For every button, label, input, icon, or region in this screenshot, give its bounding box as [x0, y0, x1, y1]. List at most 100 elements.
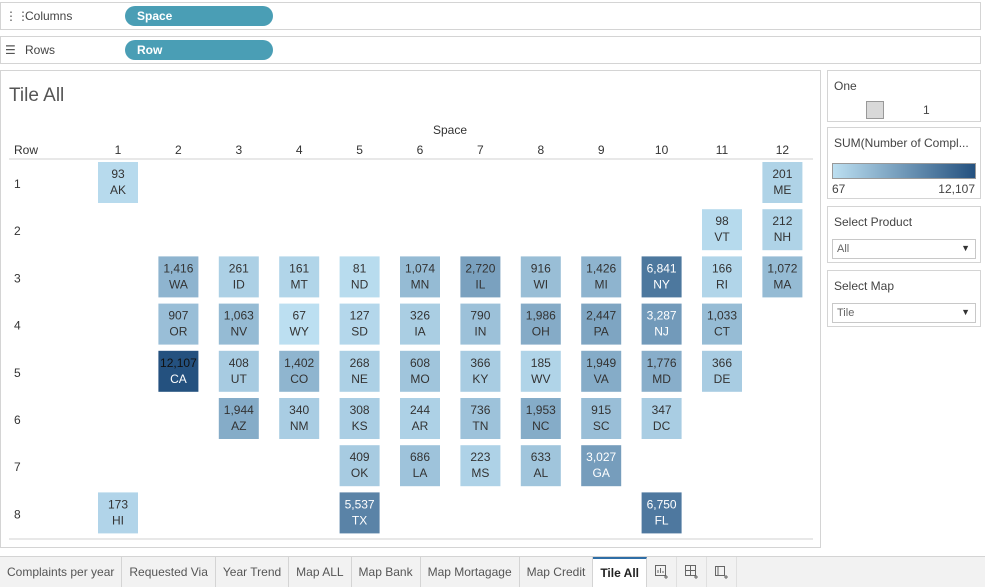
- tile-state-label: IA: [414, 325, 425, 339]
- tile-state-label: WV: [531, 372, 550, 386]
- tile-value-label: 3,027: [586, 450, 616, 464]
- sheet-tab-bar: Complaints per year Requested Via Year T…: [0, 556, 985, 587]
- one-legend-title: One: [834, 79, 857, 93]
- select-map-dropdown[interactable]: Tile ▼: [832, 303, 976, 323]
- tile-value-label: 1,776: [647, 356, 677, 370]
- tile-state-label: VA: [594, 372, 609, 386]
- chevron-down-icon: ▼: [961, 307, 970, 317]
- tile-value-label: 1,074: [405, 261, 435, 275]
- column-header: 7: [477, 143, 484, 157]
- tile-state-label: TN: [472, 419, 488, 433]
- tab-map-all[interactable]: Map ALL: [289, 557, 352, 587]
- select-map-card: Select Map Tile ▼: [827, 270, 981, 327]
- column-header: 9: [598, 143, 605, 157]
- tile-value-label: 608: [410, 356, 430, 370]
- tile-state-label: NE: [351, 372, 368, 386]
- tile-value-label: 67: [293, 309, 307, 323]
- tile-state-label: RI: [716, 277, 728, 291]
- tile-state-label: OK: [351, 466, 368, 480]
- select-product-dropdown[interactable]: All ▼: [832, 239, 976, 259]
- tile-state-label: WY: [290, 325, 309, 339]
- column-header: 12: [776, 143, 790, 157]
- row-header: 4: [14, 319, 21, 333]
- tile-value-label: 1,063: [224, 309, 254, 323]
- row-header: 6: [14, 413, 21, 427]
- row-header: 3: [14, 271, 21, 285]
- color-legend-card: SUM(Number of Compl... 67 12,107: [827, 127, 981, 199]
- tab-map-bank[interactable]: Map Bank: [351, 557, 421, 587]
- new-story-icon[interactable]: [707, 557, 737, 587]
- rows-pill-row[interactable]: Row: [125, 40, 273, 60]
- tab-map-credit[interactable]: Map Credit: [519, 557, 594, 587]
- tile-state-label: ID: [233, 277, 245, 291]
- column-header: 1: [115, 143, 122, 157]
- tile-state-label: AK: [110, 183, 126, 197]
- rows-shelf-label: ☰ Rows: [1, 43, 125, 57]
- tile-state-label: CT: [714, 325, 731, 339]
- tile-state-label: UT: [231, 372, 248, 386]
- tile-value-label: 326: [410, 309, 430, 323]
- one-legend-swatch[interactable]: [866, 101, 884, 119]
- row-header: 2: [14, 224, 21, 238]
- tile-value-label: 173: [108, 497, 128, 511]
- tile-value-label: 223: [470, 450, 490, 464]
- column-header: 11: [716, 143, 729, 157]
- tile-value-label: 340: [289, 403, 309, 417]
- tile-state-label: GA: [593, 466, 610, 480]
- tile-value-label: 408: [229, 356, 249, 370]
- tile-state-label: MO: [410, 372, 429, 386]
- one-legend-card: One 1: [827, 70, 981, 122]
- tile-value-label: 1,426: [586, 261, 616, 275]
- rows-label: Rows: [25, 43, 56, 57]
- tile-state-label: NY: [653, 277, 670, 291]
- tile-value-label: 915: [591, 403, 611, 417]
- tile-value-label: 3,287: [647, 309, 677, 323]
- tab-year-trend[interactable]: Year Trend: [215, 557, 290, 587]
- tile-state-label: CO: [290, 372, 308, 386]
- tile-state-label: TX: [352, 513, 367, 527]
- tile-state-label: KY: [472, 372, 488, 386]
- tab-requested-via[interactable]: Requested Via: [122, 557, 216, 587]
- tile-map-chart: SpaceRow 1 2 3 4 5 6 7 8 9 10 11 121234567893AK201ME…: [9, 123, 813, 540]
- tab-tile-all[interactable]: Tile All: [593, 557, 647, 587]
- tile-state-label: FL: [655, 513, 669, 527]
- columns-shelf-label: ⋮⋮ Columns: [1, 9, 125, 23]
- tile-value-label: 366: [470, 356, 490, 370]
- tile-state-label: MT: [291, 277, 309, 291]
- new-worksheet-icon[interactable]: [647, 557, 677, 587]
- tab-complaints-per-year[interactable]: Complaints per year: [0, 557, 123, 587]
- columns-shelf: ⋮⋮ Columns Space: [0, 2, 981, 30]
- tab-map-mortagage[interactable]: Map Mortagage: [420, 557, 520, 587]
- tile-value-label: 1,944: [224, 403, 254, 417]
- column-header: 3: [235, 143, 242, 157]
- tile-value-label: 6,841: [647, 261, 677, 275]
- tile-value-label: 212: [772, 214, 792, 228]
- row-header: 1: [14, 177, 21, 191]
- tile-value-label: 308: [350, 403, 370, 417]
- new-dashboard-icon[interactable]: [677, 557, 707, 587]
- tile-state-label: DC: [653, 419, 671, 433]
- columns-pill-space[interactable]: Space: [125, 6, 273, 26]
- tile-state-label: CA: [170, 372, 187, 386]
- tile-value-label: 201: [772, 167, 792, 181]
- column-header: 5: [356, 143, 363, 157]
- tile-value-label: 907: [168, 309, 188, 323]
- tile-value-label: 409: [350, 450, 370, 464]
- color-legend-ramp: [832, 163, 976, 179]
- tile-value-label: 736: [470, 403, 490, 417]
- columns-icon: ⋮⋮: [5, 9, 29, 23]
- tile-state-label: PA: [594, 325, 609, 339]
- tile-state-label: OH: [532, 325, 550, 339]
- tile-value-label: 1,033: [707, 309, 737, 323]
- tile-value-label: 1,072: [767, 261, 797, 275]
- tile-state-label: MA: [773, 277, 791, 291]
- tile-value-label: 366: [712, 356, 732, 370]
- tile-state-label: WI: [533, 277, 548, 291]
- tile-state-label: NM: [290, 419, 309, 433]
- column-axis-title: Space: [433, 123, 467, 137]
- tile-value-label: 633: [531, 450, 551, 464]
- rows-icon: ☰: [5, 43, 16, 57]
- tile-value-label: 12,107: [160, 356, 197, 370]
- tile-value-label: 1,949: [586, 356, 616, 370]
- tile-value-label: 93: [111, 167, 125, 181]
